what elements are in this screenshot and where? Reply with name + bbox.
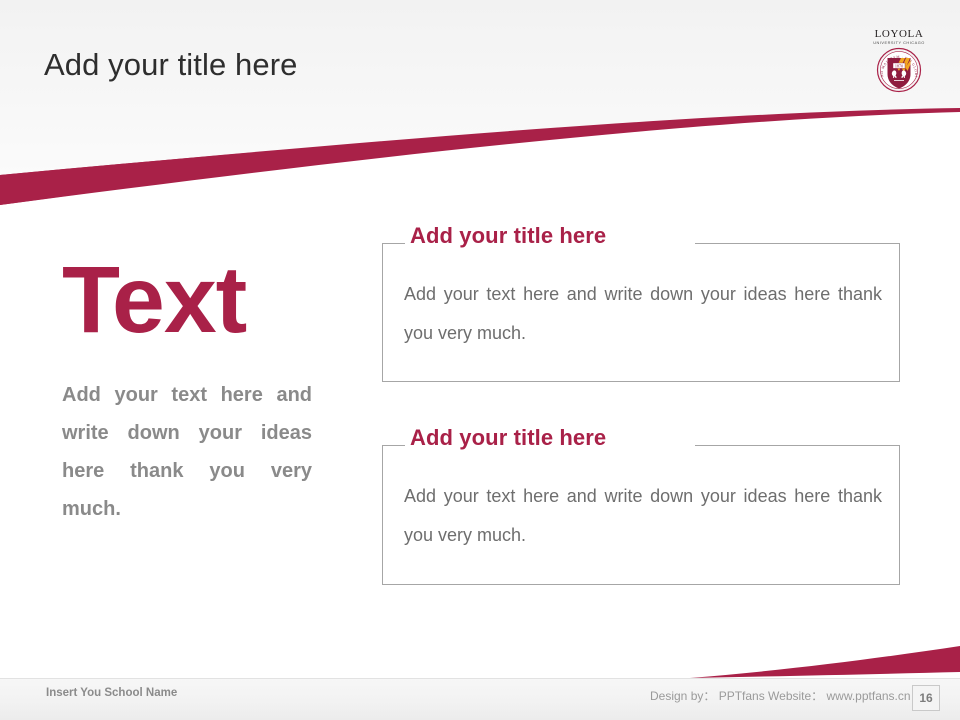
left-content-column: Text Add your text here and write down y… — [62, 248, 320, 528]
slide-canvas: Add your title here LOYOLA UNIVERSITY CH… — [0, 0, 960, 720]
footer-school-name: Insert You School Name — [46, 687, 178, 699]
svg-text:LOYOLA: LOYOLA — [875, 28, 924, 40]
content-box-2: Add your title here Add your text here a… — [382, 425, 900, 585]
content-box-1-body: Add your text here and write down your i… — [404, 284, 882, 343]
content-box-1: Add your title here Add your text here a… — [382, 223, 900, 382]
content-box-2-body: Add your text here and write down your i… — [404, 486, 882, 545]
content-box-1-heading: Add your title here — [410, 223, 607, 248]
page-number-badge: 16 — [912, 685, 940, 711]
loyola-crest-logo: LOYOLA UNIVERSITY CHICAGO AD MAJOREM · D… — [866, 22, 932, 94]
headline-text: Text — [62, 247, 247, 353]
svg-text:1870: 1870 — [895, 63, 903, 68]
page-title: Add your title here — [44, 47, 298, 82]
footer-credit: Design by： PPTfans Website： www.pptfans.… — [650, 689, 911, 703]
left-body-text: Add your text here and write down your i… — [62, 384, 312, 520]
content-box-2-heading: Add your title here — [410, 425, 607, 450]
svg-text:UNIVERSITY CHICAGO: UNIVERSITY CHICAGO — [873, 40, 925, 45]
header-decoration — [0, 0, 960, 215]
